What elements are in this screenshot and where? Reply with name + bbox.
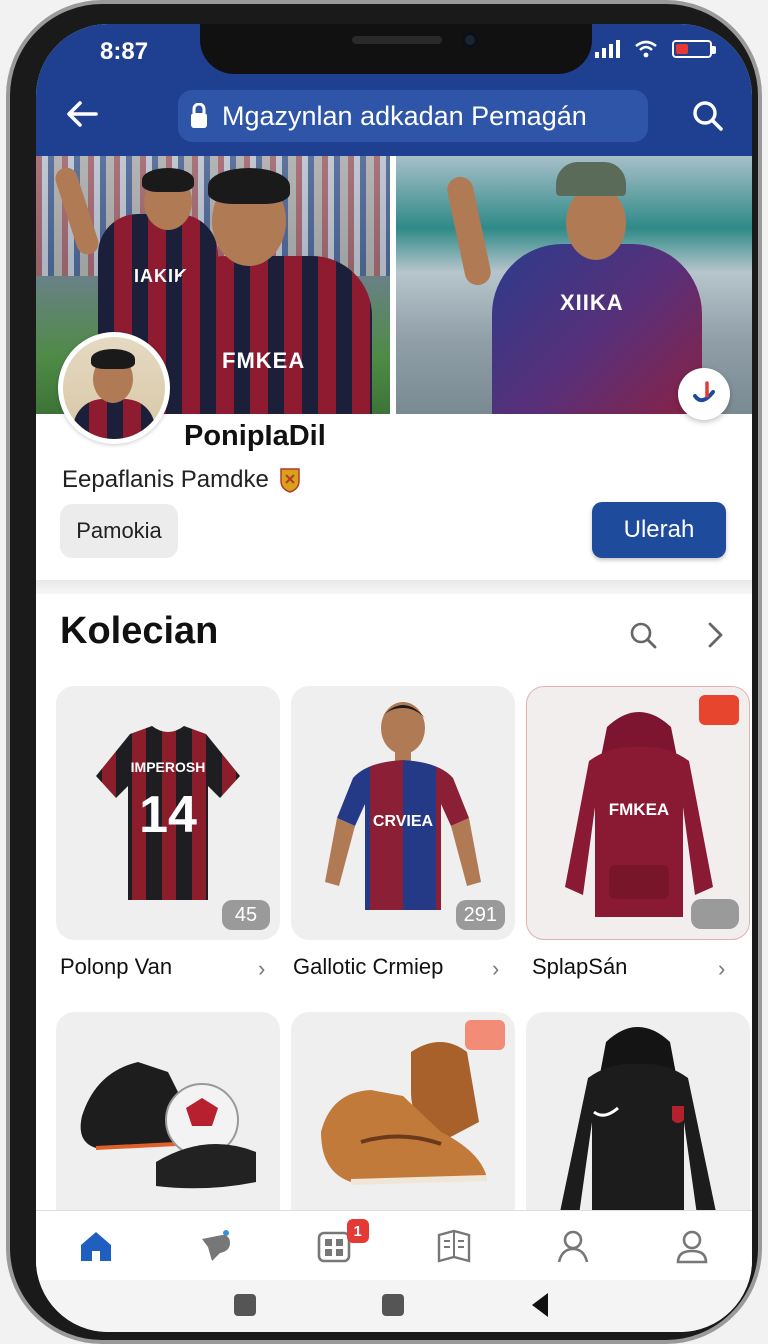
battery-icon [672,40,716,58]
tab-whistle[interactable] [155,1211,274,1280]
product-label[interactable]: SplapSán [532,954,627,980]
profile-subtitle: Eepaflanis Pamdke [62,466,301,494]
item-count-badge: 291 [455,900,505,930]
search-field[interactable]: Mgazynlan adkadan Pemagán [178,90,648,142]
tab-grid[interactable]: 1 [275,1211,394,1280]
whistle-icon [201,1229,230,1261]
item-count-badge [691,899,739,929]
product-label[interactable]: Gallotic Crmiep [293,954,443,980]
jersey-print: CRVIEA [373,813,434,830]
book-icon [437,1229,470,1263]
hoodie-print: FMKEA [609,800,669,819]
product-card[interactable]: IMPEROSH 14 45 [56,686,280,940]
home-icon [80,1231,111,1261]
profile-chip[interactable]: Pamokia [60,504,178,558]
phone-frame: 8:87 Mgazynlan adkadan Pemagán IAKIKE FM… [6,0,762,1344]
chevron-right-icon[interactable]: › [718,956,725,982]
signal-icon [595,40,620,58]
account-icon [676,1230,708,1263]
jersey-print-top: IMPEROSH [131,759,206,775]
home-button[interactable] [382,1294,404,1316]
notch [200,24,592,74]
club-crest-icon [280,468,300,493]
search-icon[interactable] [686,94,730,138]
system-back-button[interactable] [532,1293,548,1317]
sale-tag-icon [465,1020,505,1050]
chevron-right-icon[interactable]: › [492,956,499,982]
system-nav-bar [36,1280,752,1332]
product-card[interactable]: FMKEA [526,686,750,940]
sale-tag-icon [699,695,739,725]
lock-icon [191,103,207,128]
bottom-tab-bar: 1 [36,1210,752,1280]
jersey-text-right: XIIKA [560,290,624,315]
primary-action-button[interactable]: Ulerah [592,502,726,558]
notification-badge: 1 [346,1219,369,1243]
recent-apps-button[interactable] [234,1294,256,1316]
avatar[interactable] [58,332,170,444]
tab-book[interactable] [394,1211,513,1280]
product-card[interactable]: CRVIEA 291 [291,686,515,940]
chevron-right-icon[interactable] [702,620,728,650]
tab-account[interactable] [633,1211,752,1280]
arrow-left-icon [67,101,98,127]
profile-name: PonipIaDil [184,420,326,452]
chevron-right-icon[interactable]: › [258,956,265,982]
wifi-icon [635,40,657,58]
item-count-badge: 45 [222,900,270,930]
tab-profile[interactable] [513,1211,632,1280]
jersey-text-front: FMKEA [222,348,306,373]
section-divider [36,580,752,594]
jersey-print-number: 14 [139,786,197,844]
share-badge[interactable] [678,368,730,420]
app-screen: 8:87 Mgazynlan adkadan Pemagán IAKIKE FM… [36,24,752,1332]
back-button[interactable] [58,94,106,134]
tab-home[interactable] [36,1211,155,1280]
product-label[interactable]: Polonp Van [60,954,172,980]
status-icons [595,40,716,58]
profile-subtitle-text: Eepaflanis Pamdke [62,466,269,493]
search-text: Mgazynlan adkadan Pemagán [222,100,587,131]
sport-logo-icon [693,381,715,403]
section-title: Kolecian [60,610,219,652]
status-time: 8:87 [100,38,149,65]
profile-icon [557,1230,589,1262]
search-icon[interactable] [628,620,658,650]
